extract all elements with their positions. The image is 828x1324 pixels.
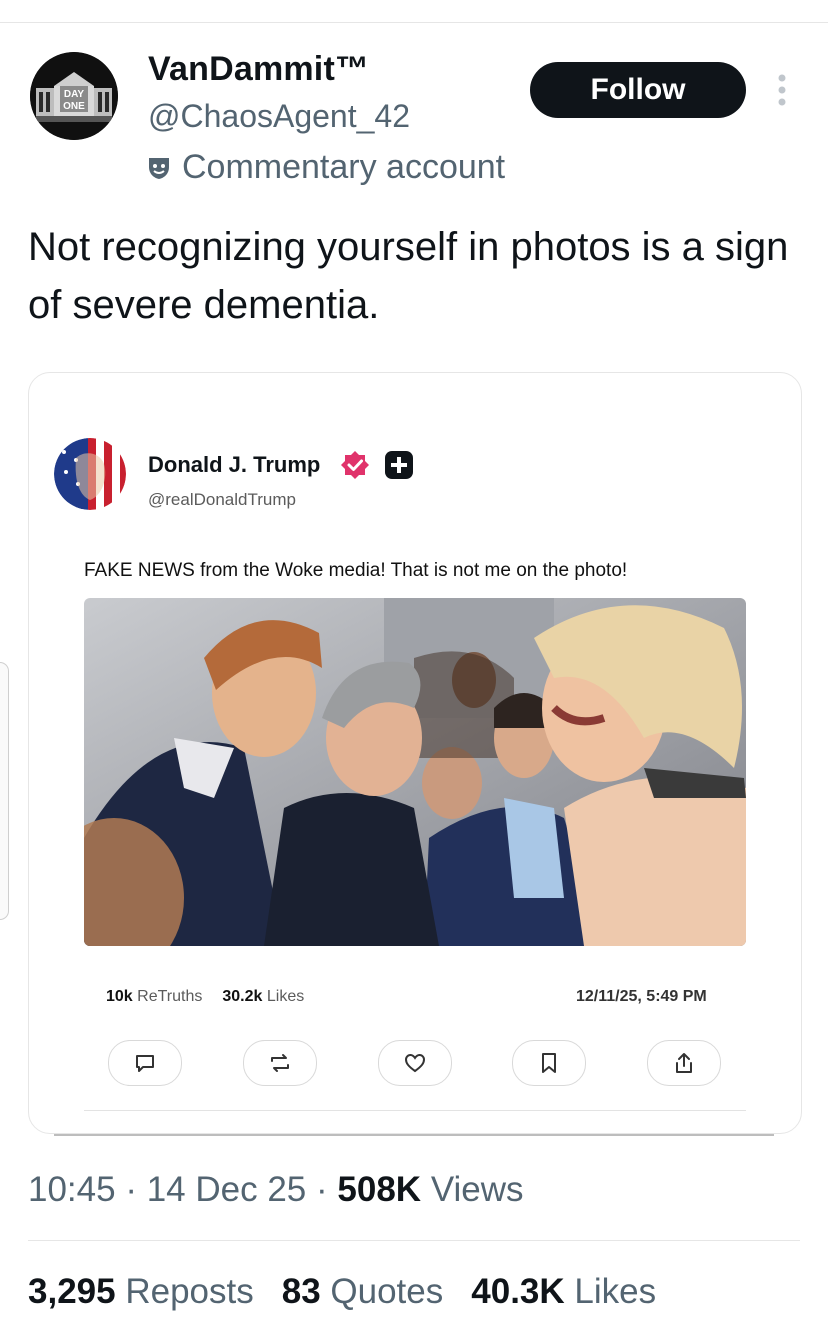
likes-stat[interactable]: 40.3K Likes [471, 1272, 656, 1312]
embedded-author-handle[interactable]: @realDonaldTrump [148, 490, 296, 510]
retruth-button[interactable] [243, 1040, 317, 1086]
bookmark-icon [542, 1053, 556, 1073]
embedded-timestamp: 12/11/25, 5:49 PM [576, 988, 707, 1005]
follow-button[interactable]: Follow [530, 62, 746, 118]
card-inner-divider [84, 1110, 746, 1111]
account-label-text: Commentary account [182, 148, 506, 186]
post-date[interactable]: 14 Dec 25 [147, 1170, 307, 1209]
views-label: Views [430, 1170, 524, 1209]
embedded-author-avatar[interactable] [54, 438, 126, 510]
author-display-name[interactable]: VanDammit™ [148, 50, 369, 89]
post-time[interactable]: 10:45 [28, 1170, 116, 1209]
verified-badge-icon [341, 451, 369, 479]
embedded-post-text: FAKE NEWS from the Woke media! That is n… [84, 560, 628, 581]
embedded-author-name[interactable]: Donald J. Trump [148, 452, 320, 478]
reply-icon [136, 1055, 154, 1072]
svg-text:ONE: ONE [63, 101, 85, 112]
embedded-stats: 10k ReTruths 30.2k Likes [106, 988, 304, 1006]
side-tab-handle[interactable] [0, 662, 9, 920]
quotes-stat[interactable]: 83 Quotes [282, 1272, 444, 1312]
post-stats: 3,295 Reposts 83 Quotes 40.3K Likes [28, 1272, 656, 1312]
reposts-stat[interactable]: 3,295 Reposts [28, 1272, 254, 1312]
post-text: Not recognizing yourself in photos is a … [28, 225, 789, 327]
views-count: 508K [337, 1170, 422, 1209]
bookmark-button[interactable] [512, 1040, 586, 1086]
author-avatar[interactable]: DAY ONE [30, 52, 118, 140]
svg-text:DAY: DAY [64, 89, 85, 100]
account-label: Commentary account [146, 148, 505, 187]
flag-portrait-avatar [54, 438, 126, 510]
card-bottom-divider [54, 1134, 774, 1136]
share-button[interactable] [647, 1040, 721, 1086]
like-button[interactable] [378, 1040, 452, 1086]
post-meta: 10:45 · 14 Dec 25 · 508K Views [28, 1170, 524, 1209]
white-house-logo: DAY ONE [30, 52, 118, 140]
plus-badge-icon [385, 451, 413, 479]
share-icon [676, 1053, 692, 1073]
party-photo [84, 598, 746, 946]
more-options-icon[interactable] [772, 68, 792, 112]
meta-divider [28, 1240, 800, 1241]
embedded-likes-stat[interactable]: 30.2k Likes [222, 988, 304, 1006]
author-handle[interactable]: @ChaosAgent_42 [148, 98, 410, 135]
top-divider [0, 22, 828, 23]
commentary-mask-icon [149, 157, 169, 179]
retruth-icon [271, 1054, 289, 1072]
retruths-stat[interactable]: 10k ReTruths [106, 988, 202, 1006]
reply-button[interactable] [108, 1040, 182, 1086]
like-icon [404, 1053, 426, 1073]
embedded-post-photo[interactable] [84, 598, 746, 946]
